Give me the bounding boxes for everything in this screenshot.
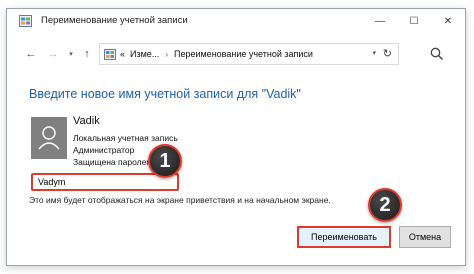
close-button[interactable]: ✕	[431, 9, 465, 33]
step-marker-2: 2	[368, 188, 402, 222]
address-dropdown-icon[interactable]: ▾	[372, 49, 376, 57]
rename-button[interactable]: Переименовать	[297, 226, 391, 248]
minimize-button[interactable]: —	[363, 9, 397, 33]
rename-account-window: Переименование учетной записи — ☐ ✕ ← → …	[6, 8, 466, 266]
cancel-button[interactable]: Отмена	[399, 226, 451, 248]
user-avatar-icon	[31, 117, 67, 159]
account-role: Администратор	[73, 145, 135, 155]
name-hint-text: Это имя будет отображаться на экране при…	[29, 195, 331, 205]
breadcrumb-current[interactable]: Переименование учетной записи	[174, 49, 313, 59]
navigation-bar: ← → ▾ ↑ « Изме... › Переименование учетн…	[7, 43, 465, 65]
refresh-icon[interactable]: ↻	[383, 47, 392, 60]
back-arrow-icon[interactable]: ←	[23, 45, 39, 63]
up-arrow-icon[interactable]: ↑	[79, 45, 95, 63]
account-protection: Защищена паролем	[73, 157, 153, 167]
window-title: Переименование учетной записи	[41, 15, 188, 26]
account-type: Локальная учетная запись	[73, 133, 178, 143]
title-bar: Переименование учетной записи — ☐ ✕	[7, 9, 465, 33]
breadcrumb-overflow[interactable]: «	[120, 49, 125, 59]
search-icon[interactable]	[429, 46, 445, 62]
recent-locations-icon[interactable]: ▾	[63, 45, 79, 63]
step-marker-1: 1	[148, 144, 182, 178]
control-panel-icon	[19, 15, 32, 27]
breadcrumb-parent[interactable]: Изме...	[130, 49, 159, 59]
account-name: Vadik	[73, 115, 100, 127]
page-heading: Введите новое имя учетной записи для "Va…	[29, 87, 301, 101]
control-panel-icon	[104, 48, 116, 60]
breadcrumb-separator[interactable]: ›	[165, 50, 168, 59]
address-bar[interactable]: « Изме... › Переименование учетной запис…	[99, 43, 399, 65]
forward-arrow-icon[interactable]: →	[45, 45, 61, 63]
maximize-button[interactable]: ☐	[397, 9, 431, 33]
